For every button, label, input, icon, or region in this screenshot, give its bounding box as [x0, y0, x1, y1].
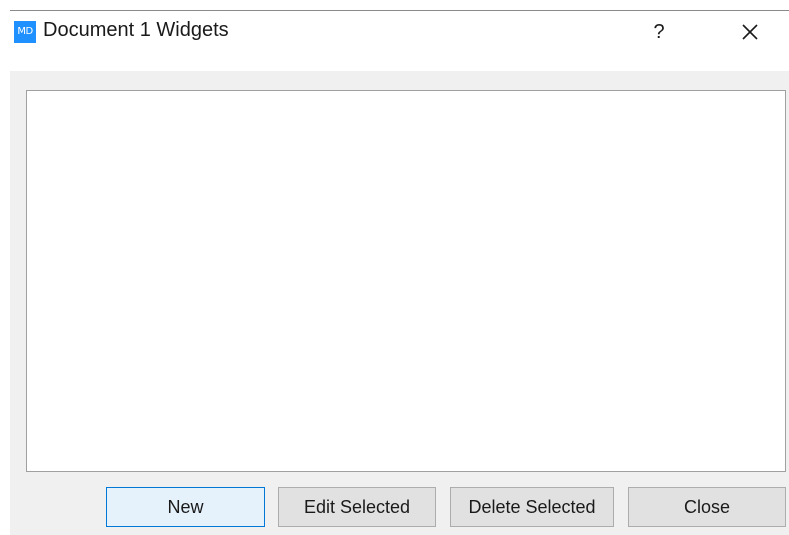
- window-title: Document 1 Widgets: [43, 19, 229, 41]
- widgets-list[interactable]: [26, 90, 786, 472]
- edit-selected-button[interactable]: Edit Selected: [278, 487, 436, 527]
- close-button[interactable]: Close: [628, 487, 786, 527]
- delete-selected-button[interactable]: Delete Selected: [450, 487, 614, 527]
- app-icon: MD: [14, 21, 36, 43]
- help-button[interactable]: ?: [644, 16, 674, 48]
- new-button[interactable]: New: [106, 487, 265, 527]
- dialog-body: New Edit Selected Delete Selected Close: [10, 71, 789, 535]
- dialog-window: MD Document 1 Widgets ? New Edit Selecte…: [0, 0, 789, 535]
- close-icon[interactable]: [733, 16, 767, 48]
